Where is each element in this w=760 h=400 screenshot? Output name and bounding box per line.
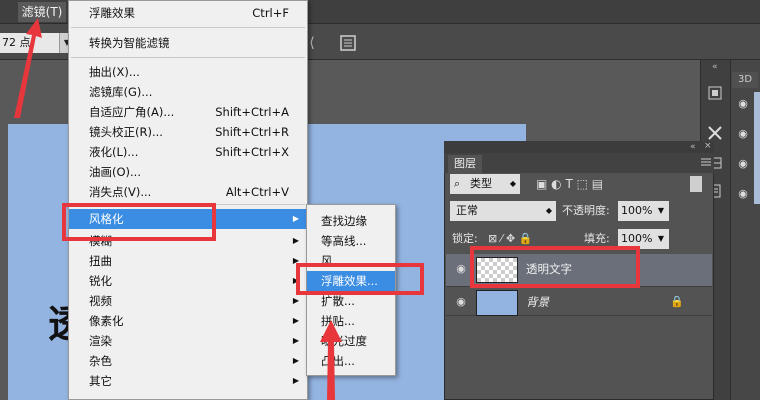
annotation-arrows bbox=[14, 18, 342, 400]
arrow-icon bbox=[14, 18, 42, 118]
arrow-icon bbox=[320, 320, 342, 400]
